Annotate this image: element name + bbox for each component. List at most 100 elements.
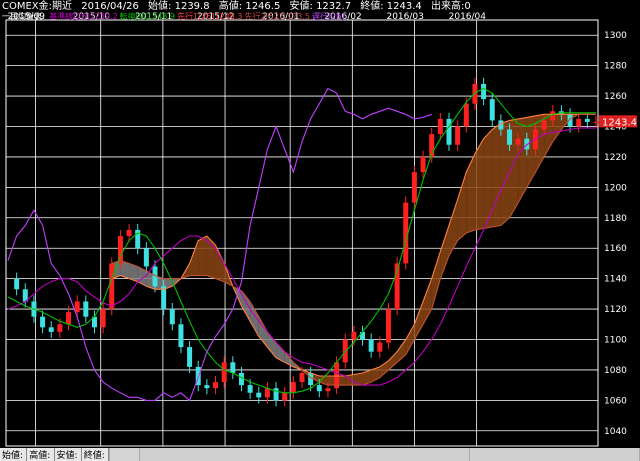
candle-body xyxy=(230,362,236,373)
y-tick-label: 1100 xyxy=(604,336,627,346)
kumo-cloud-segment xyxy=(388,351,398,370)
footer-segment xyxy=(469,448,639,461)
candle-body xyxy=(377,342,383,352)
footer-segment xyxy=(109,448,139,461)
y-tick-label: 1080 xyxy=(604,366,627,376)
footer-bar: 始値: 高値: 安値: 終値: xyxy=(0,448,640,461)
kumo-cloud-segment xyxy=(189,240,199,276)
candle-body xyxy=(57,324,63,332)
candle-body xyxy=(213,382,219,389)
y-tick-label: 1140 xyxy=(604,275,627,285)
x-tick-label: 2016/04 xyxy=(449,12,487,22)
kumo-cloud-segment xyxy=(457,172,467,241)
indicator-legend: 一目均衡表: 基準線[26]1239.2 転換[9]1248.9 先行1[26]12… xyxy=(2,12,348,22)
candle-body xyxy=(221,362,227,383)
kumo-cloud-segment xyxy=(492,123,501,227)
candle-body xyxy=(593,121,599,123)
candle-body xyxy=(14,278,20,290)
candle-body xyxy=(351,331,357,340)
y-tick-label: 1040 xyxy=(604,427,627,437)
candle-body xyxy=(472,83,478,104)
legend-item: 基準線[26]1239.2 xyxy=(49,12,118,21)
candle-body xyxy=(489,99,495,121)
candle-body xyxy=(584,118,590,122)
kumo-cloud-segment xyxy=(466,153,475,233)
candle-body xyxy=(437,118,443,135)
candle-body xyxy=(264,388,270,398)
kumo-cloud-segment xyxy=(440,225,449,279)
candle-body xyxy=(40,316,46,328)
candle-body xyxy=(66,312,72,325)
price-tag-label: 1243.4 xyxy=(602,117,637,128)
high-label: 高値: 1246.5 xyxy=(218,1,281,12)
candle-body xyxy=(238,372,244,386)
candle-body xyxy=(126,229,132,237)
candle-body xyxy=(481,83,487,100)
candle-body xyxy=(204,385,210,389)
candle-body xyxy=(455,126,461,145)
candle-body xyxy=(83,301,89,317)
candle-body xyxy=(290,382,296,393)
candle-body xyxy=(178,324,184,348)
legend-title: 一目均衡表: xyxy=(2,12,45,21)
open-label: 始値: 1239.8 xyxy=(148,1,210,12)
candle-body xyxy=(109,263,115,310)
footer-high-label: 高値: xyxy=(27,448,55,461)
footer-segment xyxy=(139,448,469,461)
legend-item: 遅行[26] xyxy=(312,12,345,21)
candle-body xyxy=(187,347,193,367)
candle-body xyxy=(420,156,426,173)
y-tick-label: 1220 xyxy=(604,153,627,163)
close-label: 終値: 1243.4 xyxy=(360,1,422,12)
footer-low-label: 安値: xyxy=(55,448,82,461)
y-tick-label: 1300 xyxy=(604,31,627,41)
y-tick-label: 1060 xyxy=(604,396,627,406)
candle-body xyxy=(463,103,469,127)
candle-body xyxy=(507,129,513,145)
candle-body xyxy=(446,118,452,145)
y-tick-label: 1260 xyxy=(604,92,627,102)
legend-item: 先行1[26]1248.3 xyxy=(177,12,243,21)
x-tick-label: 2016/03 xyxy=(386,12,423,22)
candle-body xyxy=(143,248,149,267)
ichimoku-chart[interactable]: 1040 1060 1080 1100 1120 1140 1160 1180 1200 1220… xyxy=(0,0,640,448)
candle-body xyxy=(385,309,391,343)
y-tick-label: 1200 xyxy=(604,183,627,193)
candle-body xyxy=(256,392,262,398)
candle-body xyxy=(515,138,521,145)
candle-body xyxy=(576,118,582,127)
candle-body xyxy=(48,327,54,332)
candle-body xyxy=(334,362,340,389)
candle-body xyxy=(368,339,374,352)
y-tick-label: 1180 xyxy=(604,214,627,224)
chikou-line xyxy=(7,87,432,402)
legend-item: 先行2[52]1173.5 xyxy=(244,12,311,21)
low-label: 安値: 1232.7 xyxy=(289,1,352,12)
candle-body xyxy=(100,309,106,328)
candle-body xyxy=(325,388,331,392)
date-label: 2016/04/26 xyxy=(81,1,139,12)
candle-body xyxy=(299,372,305,383)
footer-close-label: 終値: xyxy=(82,448,109,461)
candle-body xyxy=(282,392,288,401)
candle-body xyxy=(411,172,417,203)
candle-body xyxy=(360,331,366,340)
kumo-cloud-segment xyxy=(431,251,441,310)
candle-body xyxy=(169,309,175,325)
y-tick-label: 1120 xyxy=(604,305,627,315)
legend-item: 転換[9]1248.9 xyxy=(119,12,175,21)
price-header: COMEX金:期近 2016/04/26 始値: 1239.8 高値: 1246… xyxy=(2,1,477,12)
candle-body xyxy=(316,385,322,392)
candle-body xyxy=(247,385,253,393)
volume-label: 出来高:0 xyxy=(430,1,471,12)
symbol-label: COMEX金:期近 xyxy=(2,1,73,12)
footer-open-label: 始値: xyxy=(0,448,28,461)
kumo-cloud-segment xyxy=(405,324,415,355)
y-tick-label: 1280 xyxy=(604,62,627,72)
legend-items: 基準線[26]1239.2 転換[9]1248.9 先行1[26]1248.3 先行2… xyxy=(49,12,346,21)
kumo-cloud-segment xyxy=(276,342,285,363)
kumo-cloud-segment xyxy=(198,236,207,276)
candle-body xyxy=(541,120,547,130)
y-tick-label: 1160 xyxy=(604,244,627,254)
kumo-cloud-segment xyxy=(267,331,277,358)
